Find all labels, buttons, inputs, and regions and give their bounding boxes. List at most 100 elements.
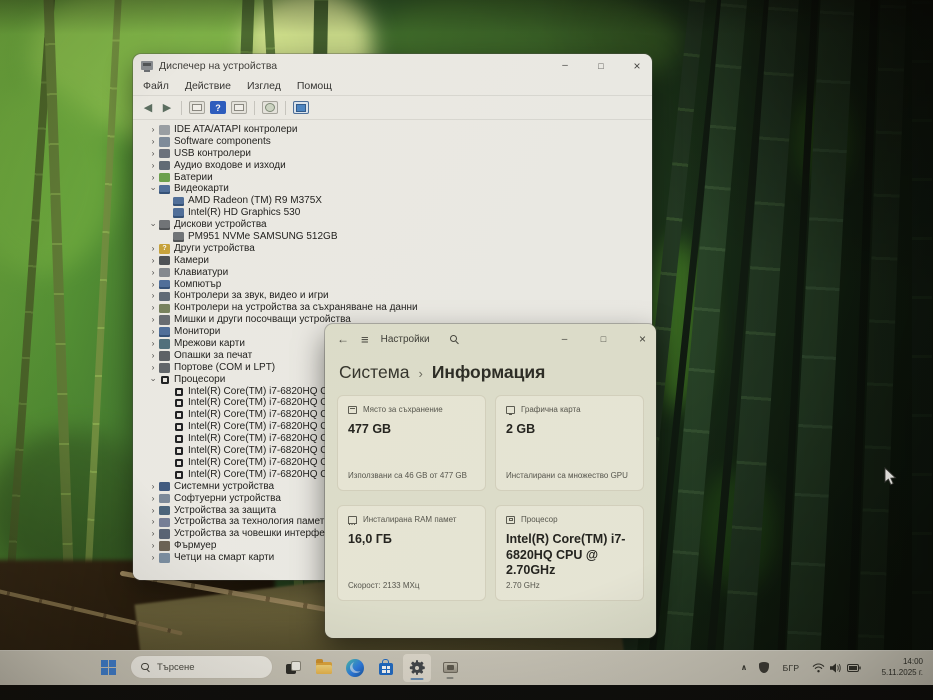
search-input[interactable]: Търсене — [130, 655, 273, 679]
speaker-icon[interactable] — [828, 650, 844, 685]
search-icon[interactable] — [449, 334, 459, 344]
tray-chevron-icon[interactable] — [736, 650, 752, 685]
tree-item[interactable]: ›? Други устройства — [133, 243, 652, 255]
edge-browser-button[interactable] — [342, 655, 368, 681]
tree-item[interactable]: › IDE ATA/ATAPI контролери — [133, 124, 652, 136]
file-explorer-button[interactable] — [311, 655, 337, 681]
device-manager-taskbar-button[interactable] — [437, 655, 463, 681]
properties-icon[interactable] — [231, 101, 247, 114]
show-console-tree-icon[interactable] — [189, 101, 205, 114]
breadcrumb-system[interactable]: Система — [339, 362, 409, 383]
expand-icon[interactable]: › — [147, 290, 159, 302]
expand-icon[interactable]: › — [147, 481, 159, 493]
tree-item-label: Устройства за технология памет — [174, 516, 325, 528]
foliage-blob — [795, 90, 850, 185]
system-device-icon — [159, 481, 170, 492]
tray-shield-icon[interactable] — [756, 650, 772, 685]
tree-item[interactable]: › Software components — [133, 136, 652, 148]
tree-item[interactable]: PM951 NVMe SAMSUNG 512GB — [133, 231, 652, 243]
microsoft-store-button[interactable] — [373, 655, 399, 681]
collapse-icon[interactable]: › — [147, 219, 159, 231]
expand-icon[interactable]: › — [147, 255, 159, 267]
menu-action[interactable]: Действие — [185, 80, 231, 92]
tree-item[interactable]: › Видеокарти — [133, 183, 652, 195]
taskbar-clock[interactable]: 14:00 5.11.2025 г. — [882, 650, 923, 685]
scan-hardware-changes-icon[interactable] — [262, 101, 278, 114]
tree-item-label: Контролери за звук, видео и игри — [174, 290, 329, 302]
forward-icon[interactable] — [160, 101, 174, 114]
tree-item[interactable]: › Контролери на устройства за съхраняване… — [133, 302, 652, 314]
tree-item[interactable]: Intel(R) HD Graphics 530 — [133, 207, 652, 219]
expand-icon[interactable]: › — [147, 505, 159, 517]
network-icon — [159, 339, 170, 349]
minimize-button[interactable] — [550, 54, 580, 77]
tree-item-label: Клавиатури — [174, 266, 229, 278]
tree-item[interactable]: › Батерии — [133, 172, 652, 184]
wifi-icon[interactable] — [810, 650, 826, 685]
expand-icon[interactable]: › — [147, 552, 159, 564]
tree-item[interactable]: AMD Radeon (TM) R9 M375X — [133, 195, 652, 207]
expand-icon[interactable]: › — [147, 160, 159, 172]
expand-icon[interactable]: › — [147, 350, 159, 362]
storage-card: Място за съхранение 477 GB Използвани са… — [337, 395, 486, 491]
gear-icon — [409, 660, 425, 675]
tree-item-label: Видеокарти — [174, 183, 229, 195]
expand-icon[interactable]: › — [147, 267, 159, 279]
expand-icon[interactable]: › — [147, 136, 159, 148]
tree-item[interactable]: › Камери — [133, 255, 652, 267]
collapse-icon[interactable]: › — [147, 183, 159, 195]
expand-icon[interactable]: › — [147, 493, 159, 505]
gpu-icon — [173, 196, 184, 207]
gpu-icon — [173, 208, 184, 218]
help-icon[interactable] — [210, 101, 226, 114]
settings-titlebar[interactable]: Настройки — [325, 324, 656, 354]
battery-icon[interactable] — [845, 650, 863, 685]
tree-item[interactable]: › Компютър — [133, 279, 652, 291]
tree-item[interactable]: › Дискови устройства — [133, 219, 652, 231]
close-button[interactable] — [629, 324, 656, 354]
expand-icon[interactable]: › — [147, 124, 159, 136]
hamburger-menu-icon[interactable] — [361, 332, 369, 347]
expand-icon[interactable]: › — [147, 540, 159, 552]
device-manager-titlebar[interactable]: Диспечер на устройства — [133, 54, 652, 77]
tree-item[interactable]: › Аудио входове и изходи — [133, 160, 652, 172]
menu-view[interactable]: Изглед — [247, 80, 281, 92]
expand-icon[interactable]: › — [147, 528, 159, 540]
computer-icon — [159, 279, 170, 290]
tree-item[interactable]: › Клавиатури — [133, 267, 652, 279]
close-button[interactable] — [622, 54, 652, 77]
card-value: 16,0 ГБ — [348, 532, 392, 546]
expand-icon[interactable]: › — [147, 302, 159, 314]
expand-icon[interactable]: › — [147, 338, 159, 350]
tree-item[interactable]: › Контролери за звук, видео и игри — [133, 290, 652, 302]
language-indicator[interactable]: БГР — [781, 650, 801, 685]
settings-app-button[interactable] — [403, 653, 431, 682]
collapse-icon[interactable]: › — [147, 374, 159, 386]
tree-item-label: Батерии — [174, 171, 213, 183]
tree-item-label: Intel(R) HD Graphics 530 — [188, 207, 301, 219]
expand-icon[interactable]: › — [147, 314, 159, 326]
expand-icon[interactable]: › — [147, 279, 159, 291]
shield-icon — [759, 662, 769, 673]
menu-file[interactable]: Файл — [143, 80, 169, 92]
expand-icon[interactable]: › — [147, 516, 159, 528]
maximize-button[interactable] — [586, 54, 616, 77]
expand-icon[interactable]: › — [147, 243, 159, 255]
bamboo-railing — [0, 584, 183, 636]
start-button[interactable] — [95, 655, 121, 681]
back-icon[interactable] — [141, 101, 155, 114]
minimize-button[interactable] — [551, 324, 578, 354]
tree-item-label: AMD Radeon (TM) R9 M375X — [188, 195, 322, 207]
task-view-button[interactable] — [280, 655, 306, 681]
menu-help[interactable]: Помощ — [297, 80, 332, 92]
expand-icon[interactable]: › — [147, 326, 159, 338]
tree-item[interactable]: › USB контролери — [133, 148, 652, 160]
back-icon[interactable] — [337, 332, 349, 346]
active-app-indicator — [410, 677, 424, 680]
tree-item-label: Монитори — [174, 326, 221, 338]
devices-by-type-icon[interactable] — [293, 101, 309, 114]
expand-icon[interactable]: › — [147, 172, 159, 184]
maximize-button[interactable] — [590, 324, 617, 354]
expand-icon[interactable]: › — [147, 148, 159, 160]
expand-icon[interactable]: › — [147, 362, 159, 374]
